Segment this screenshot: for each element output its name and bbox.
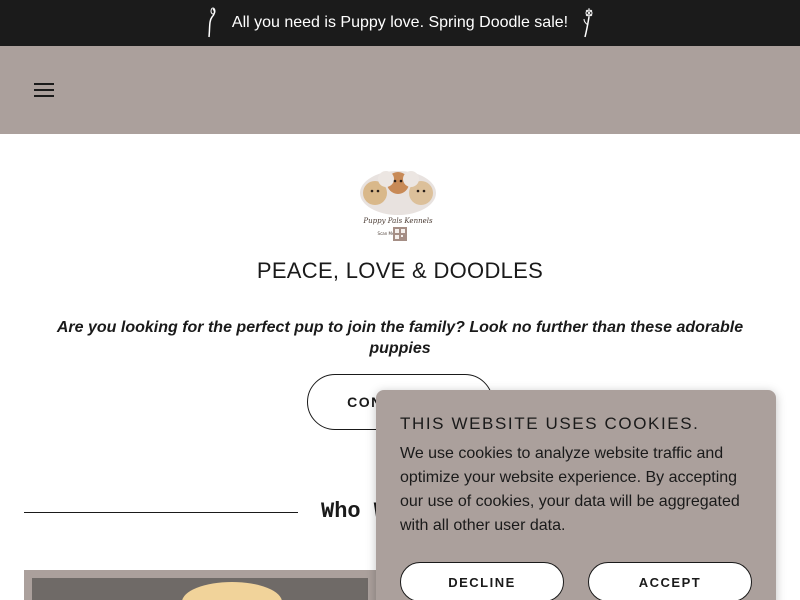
gallery-frame xyxy=(24,570,384,600)
site-header xyxy=(0,46,800,134)
site-logo[interactable]: Puppy Pals Kennels Scan Me xyxy=(353,165,443,247)
decline-cookies-button[interactable]: DECLINE xyxy=(400,562,564,600)
accept-cookies-button[interactable]: ACCEPT xyxy=(588,562,752,600)
brand-heading: PEACE, LOVE & DOODLES xyxy=(256,258,544,283)
section-divider xyxy=(24,512,298,513)
puppy-photo[interactable] xyxy=(32,578,368,600)
flower-bloom-icon xyxy=(580,7,596,39)
flower-stem-icon xyxy=(204,7,220,39)
hero-tagline: Are you looking for the perfect pup to j… xyxy=(56,319,744,357)
cookie-banner-text: We use cookies to analyze website traffi… xyxy=(400,445,740,534)
cookie-banner-title: THIS WEBSITE USES COOKIES. xyxy=(400,414,700,433)
svg-text:Scan Me: Scan Me xyxy=(378,231,395,236)
hamburger-menu-icon[interactable] xyxy=(34,82,54,98)
announcement-bar: All you need is Puppy love. Spring Doodl… xyxy=(0,0,800,46)
announcement-text[interactable]: All you need is Puppy love. Spring Doodl… xyxy=(232,14,568,32)
cookie-banner: THIS WEBSITE USES COOKIES. We use cookie… xyxy=(376,390,776,600)
svg-text:Puppy Pals Kennels: Puppy Pals Kennels xyxy=(362,217,433,225)
